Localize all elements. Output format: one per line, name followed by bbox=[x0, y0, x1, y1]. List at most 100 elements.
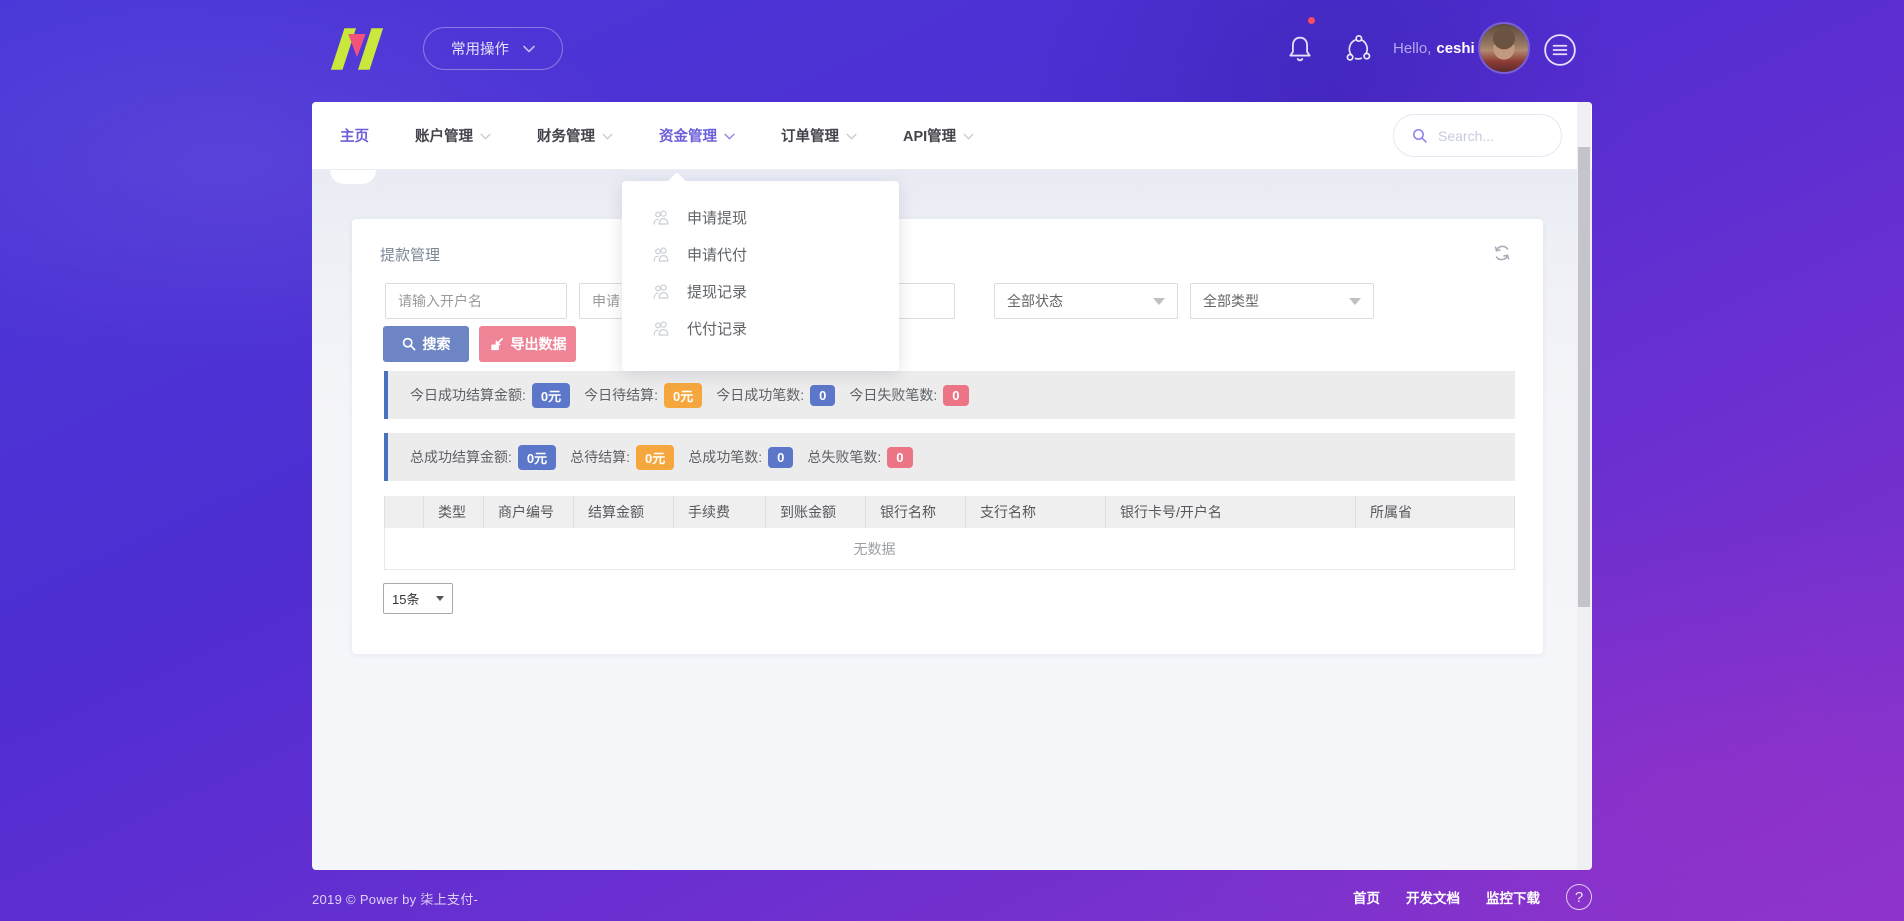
status-select[interactable]: 全部状态 bbox=[994, 283, 1178, 319]
stat-value-badge: 0元 bbox=[664, 383, 702, 408]
users-icon bbox=[652, 283, 671, 300]
scrollbar-track[interactable] bbox=[1577, 102, 1591, 870]
table-header-cell: 所属省 bbox=[1356, 496, 1515, 528]
search-icon bbox=[1412, 128, 1428, 144]
scrollbar-thumb[interactable] bbox=[1578, 147, 1590, 607]
type-select-value: 全部类型 bbox=[1203, 291, 1259, 311]
hamburger-menu-icon[interactable] bbox=[1543, 33, 1577, 67]
table-header-row: 类型 商户编号 结算金额 手续费 到账金额 银行名称 支行名称 银行卡号/开户名… bbox=[384, 496, 1515, 528]
empty-data-text: 无数据 bbox=[854, 539, 896, 559]
stat-label: 今日失败笔数: bbox=[849, 385, 937, 405]
chevron-down-icon bbox=[602, 133, 613, 140]
funds-dropdown-menu: 申请提现 申请代付 提现记录 代付记录 bbox=[622, 181, 899, 371]
withdraw-table: 类型 商户编号 结算金额 手续费 到账金额 银行名称 支行名称 银行卡号/开户名… bbox=[384, 496, 1515, 570]
stat-value-badge: 0元 bbox=[636, 445, 674, 470]
search-button[interactable]: 搜索 bbox=[383, 326, 469, 362]
nav-item-finance[interactable]: 财务管理 bbox=[537, 125, 613, 146]
footer-link-docs[interactable]: 开发文档 bbox=[1406, 887, 1460, 907]
table-header-cell: 商户编号 bbox=[484, 496, 574, 528]
refresh-icon[interactable] bbox=[1492, 243, 1512, 263]
quick-actions-dropdown[interactable]: 常用操作 bbox=[423, 27, 563, 70]
nav-label: 账户管理 bbox=[415, 125, 473, 146]
menu-item-apply-withdraw[interactable]: 申请提现 bbox=[622, 199, 899, 236]
stat-value-badge: 0 bbox=[810, 385, 835, 406]
footer-link-home[interactable]: 首页 bbox=[1353, 887, 1380, 907]
nav-item-orders[interactable]: 订单管理 bbox=[781, 125, 857, 146]
nav-label: 主页 bbox=[340, 125, 369, 146]
stats-bar-today: 今日成功结算金额: 0元 今日待结算: 0元 今日成功笔数: 0 今日失败笔数:… bbox=[384, 371, 1515, 419]
menu-item-apply-payment[interactable]: 申请代付 bbox=[622, 236, 899, 273]
help-icon[interactable]: ? bbox=[1566, 884, 1592, 910]
stat-label: 总成功笔数: bbox=[688, 447, 762, 467]
table-header-cell: 银行名称 bbox=[866, 496, 966, 528]
triangle-down-icon bbox=[1153, 298, 1165, 305]
export-icon bbox=[489, 337, 504, 352]
page-size-value: 15条 bbox=[392, 589, 419, 608]
user-avatar[interactable] bbox=[1480, 24, 1528, 72]
nav-item-account[interactable]: 账户管理 bbox=[415, 125, 491, 146]
stat-label: 今日成功结算金额: bbox=[410, 385, 526, 405]
search-input[interactable] bbox=[1438, 128, 1548, 144]
navbar-active-notch bbox=[330, 170, 376, 184]
chevron-down-icon bbox=[846, 133, 857, 140]
nav-item-api[interactable]: API管理 bbox=[903, 125, 974, 146]
chevron-down-icon bbox=[480, 133, 491, 140]
export-button-label: 导出数据 bbox=[511, 334, 567, 354]
nav-label: 财务管理 bbox=[537, 125, 595, 146]
nav-item-funds[interactable]: 资金管理 bbox=[659, 125, 735, 146]
username: ceshi bbox=[1436, 40, 1474, 57]
table-header-cell: 到账金额 bbox=[766, 496, 866, 528]
copyright-text: 2019 © Power by 柒上支付- bbox=[312, 889, 478, 908]
footer-link-monitor[interactable]: 监控下载 bbox=[1486, 887, 1540, 907]
menu-item-label: 申请代付 bbox=[687, 244, 747, 265]
menu-item-label: 提现记录 bbox=[687, 281, 747, 302]
bell-icon[interactable] bbox=[1283, 32, 1317, 66]
menu-item-label: 申请提现 bbox=[687, 207, 747, 228]
page-title: 提款管理 bbox=[380, 244, 440, 265]
nav-label: 订单管理 bbox=[781, 125, 839, 146]
navbar-search bbox=[1393, 114, 1562, 157]
stat-value-badge: 0 bbox=[943, 385, 968, 406]
table-header-cell: 支行名称 bbox=[966, 496, 1106, 528]
greeting-prefix: Hello, bbox=[1393, 40, 1431, 57]
table-header-cell: 手续费 bbox=[674, 496, 766, 528]
app-screen: 常用操作 Hello, ceshi 主页 账户管理 财务管理 bbox=[0, 0, 1904, 921]
stat-value-badge: 0 bbox=[887, 447, 912, 468]
nav-label: API管理 bbox=[903, 125, 956, 146]
chevron-down-icon bbox=[963, 133, 974, 140]
menu-item-payment-records[interactable]: 代付记录 bbox=[622, 310, 899, 347]
main-panel: 主页 账户管理 财务管理 资金管理 订单管理 API管理 bbox=[312, 102, 1592, 870]
type-select[interactable]: 全部类型 bbox=[1190, 283, 1374, 319]
stat-label: 今日成功笔数: bbox=[716, 385, 804, 405]
stat-label: 总失败笔数: bbox=[807, 447, 881, 467]
stat-value-badge: 0元 bbox=[518, 445, 556, 470]
stats-bar-total: 总成功结算金额: 0元 总待结算: 0元 总成功笔数: 0 总失败笔数: 0 bbox=[384, 433, 1515, 481]
stat-label: 总待结算: bbox=[570, 447, 630, 467]
nav-item-home[interactable]: 主页 bbox=[340, 125, 369, 146]
menu-item-label: 代付记录 bbox=[687, 318, 747, 339]
page-size-select[interactable]: 15条 bbox=[383, 583, 453, 614]
users-icon bbox=[652, 246, 671, 263]
quick-actions-label: 常用操作 bbox=[451, 38, 509, 59]
status-select-value: 全部状态 bbox=[1007, 291, 1063, 311]
table-header-cell: 银行卡号/开户名 bbox=[1106, 496, 1356, 528]
footer-links: 首页 开发文档 监控下载 ? bbox=[1292, 884, 1592, 910]
stat-value-badge: 0元 bbox=[532, 383, 570, 408]
notification-badge bbox=[1308, 17, 1315, 24]
table-header-cell: 结算金额 bbox=[574, 496, 674, 528]
export-data-button[interactable]: 导出数据 bbox=[479, 326, 576, 362]
menu-item-withdraw-records[interactable]: 提现记录 bbox=[622, 273, 899, 310]
triangle-down-icon bbox=[1349, 298, 1361, 305]
stat-label: 总成功结算金额: bbox=[410, 447, 512, 467]
users-icon bbox=[652, 209, 671, 226]
brand-logo-icon[interactable] bbox=[328, 25, 386, 72]
account-name-input[interactable] bbox=[385, 283, 567, 319]
triangle-down-icon bbox=[436, 596, 444, 601]
chevron-down-icon bbox=[724, 133, 735, 140]
table-header-cell: 类型 bbox=[424, 496, 484, 528]
users-icon bbox=[652, 320, 671, 337]
search-button-label: 搜索 bbox=[423, 334, 451, 354]
search-icon bbox=[402, 337, 416, 351]
main-navbar: 主页 账户管理 财务管理 资金管理 订单管理 API管理 bbox=[312, 102, 1592, 170]
network-share-icon[interactable] bbox=[1341, 32, 1375, 66]
